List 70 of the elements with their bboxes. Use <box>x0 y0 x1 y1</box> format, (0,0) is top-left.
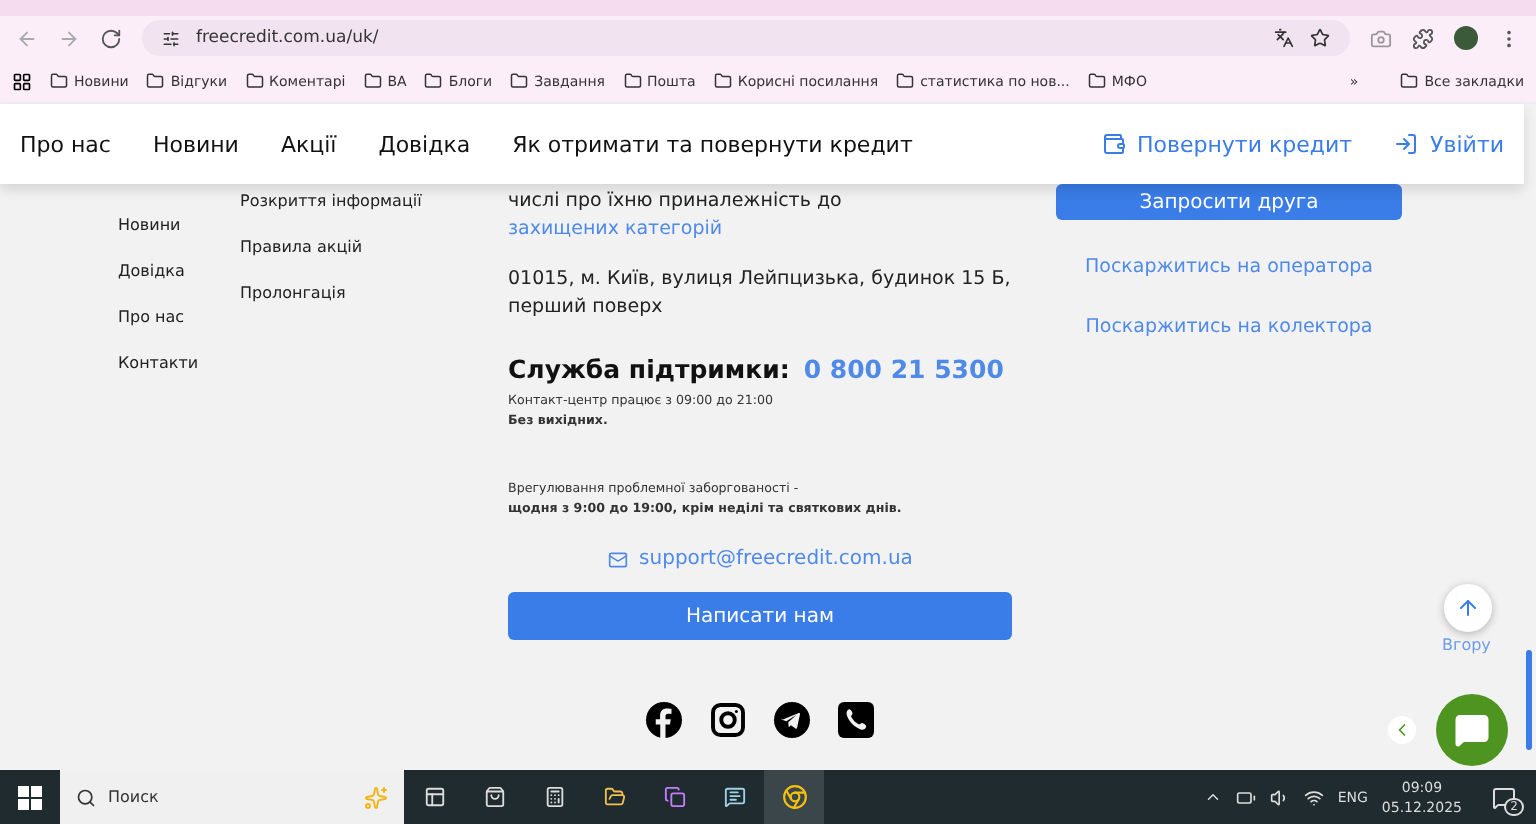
search-icon <box>76 787 96 807</box>
apps-grid-icon <box>12 71 32 91</box>
battery-icon <box>1235 787 1256 807</box>
footer-link[interactable]: Про нас <box>118 308 240 326</box>
folder-icon <box>1400 72 1419 90</box>
scrollbar-thumb[interactable] <box>1526 650 1532 750</box>
folder-icon <box>424 72 443 90</box>
footer-link[interactable]: Контакти <box>118 354 240 372</box>
address-text: 01015, м. Київ, вулиця Лейпцизька, будинок 15 Б, перший поверх <box>508 266 1012 322</box>
back-icon <box>16 27 38 49</box>
instagram-icon[interactable] <box>710 702 746 738</box>
footer-link[interactable]: Розкриття інформації <box>240 192 508 210</box>
nav-link[interactable]: Новини <box>152 131 239 157</box>
support-label: Служба підтримки: <box>508 354 790 384</box>
footer-link[interactable]: Новини <box>118 216 240 234</box>
mail-icon <box>607 549 628 569</box>
url-text: freecredit.com.ua/uk/ <box>196 28 379 48</box>
nav-link[interactable]: Акції <box>280 131 337 157</box>
folder-icon <box>896 72 915 90</box>
chat-button[interactable] <box>1436 694 1508 766</box>
footer-link[interactable]: Пролонгація <box>240 284 508 302</box>
reload-icon <box>100 27 122 49</box>
folder-icon <box>713 72 732 90</box>
address-bar[interactable]: freecredit.com.ua/uk/ <box>142 20 1350 56</box>
footer-link[interactable]: Правила акцій <box>240 238 508 256</box>
telegram-icon[interactable] <box>774 702 810 738</box>
folder-icon <box>1087 72 1106 90</box>
scroll-up-label: Вгору <box>1442 636 1491 654</box>
translate-icon <box>1274 28 1294 48</box>
collapse-chat-button[interactable] <box>1388 716 1416 744</box>
folder-icon <box>623 72 642 90</box>
camera-icon <box>1370 27 1392 49</box>
chat-icon <box>1454 712 1490 748</box>
chevron-up-icon <box>1203 788 1222 806</box>
repay-credit-link[interactable]: Повернути кредит <box>1101 131 1353 157</box>
wifi-icon <box>1303 787 1324 807</box>
taskbar-search-field[interactable]: Поиск <box>60 770 404 824</box>
footer-link[interactable]: Довідка <box>118 262 240 280</box>
forward-icon <box>58 27 80 49</box>
facebook-icon[interactable] <box>646 702 682 738</box>
profile-avatar[interactable] <box>1454 26 1478 50</box>
nav-link[interactable]: Довідка <box>378 131 471 157</box>
login-link[interactable]: Увійти <box>1394 131 1504 157</box>
login-icon <box>1394 132 1419 156</box>
folder-icon <box>363 72 382 90</box>
windows-start-icon[interactable] <box>18 785 42 809</box>
scroll-up-button[interactable] <box>1444 584 1492 632</box>
write-us-button[interactable]: Написати нам <box>508 592 1012 640</box>
sparkles-icon <box>364 785 388 809</box>
arrow-up-icon <box>1456 596 1480 620</box>
store-icon <box>483 786 505 808</box>
calculator-icon <box>543 786 565 808</box>
task-view-icon <box>423 786 445 808</box>
privacy-text: числі про їхню приналежність до захищених категорій <box>508 188 844 244</box>
search-placeholder: Поиск <box>108 788 159 806</box>
folder-icon <box>146 72 165 90</box>
site-settings-icon <box>162 29 180 47</box>
wallet-icon <box>1101 132 1125 156</box>
chrome-icon <box>781 784 807 810</box>
folder-icon <box>245 72 264 90</box>
bookmark-star-icon <box>1310 28 1330 48</box>
folder-icon <box>510 72 529 90</box>
notification-icon <box>1492 785 1516 809</box>
invite-friend-button[interactable]: Запросити друга <box>1056 184 1402 220</box>
nav-link[interactable]: Про нас <box>20 131 111 157</box>
extensions-icon <box>1412 27 1434 49</box>
folder-icon <box>50 72 68 90</box>
nav-link[interactable]: Як отримати та повернути кредит <box>512 131 913 157</box>
file-explorer-icon <box>603 786 625 808</box>
volume-icon <box>1269 787 1290 807</box>
